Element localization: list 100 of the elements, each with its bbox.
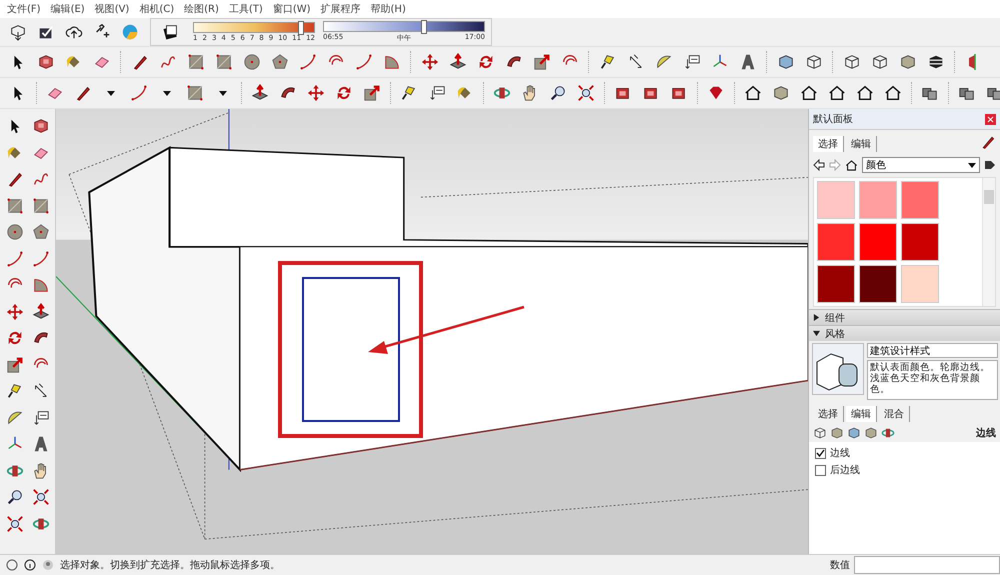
slider-thumb[interactable]	[298, 21, 304, 35]
pencil-icon	[980, 134, 996, 150]
rectangle-icon	[6, 196, 24, 214]
menu-item[interactable]: 工具(T)	[226, 2, 270, 16]
color-swatch[interactable]	[901, 265, 939, 303]
house-icon	[884, 84, 902, 102]
arc-icon	[355, 53, 373, 71]
style-description[interactable]: 默认表面颜色。轮廓边线。浅蓝色天空和灰色背景颜色。	[867, 360, 998, 400]
tab[interactable]: 选择	[813, 136, 844, 152]
user-icon[interactable]	[42, 559, 54, 571]
rotate-icon	[477, 53, 495, 71]
shadow-icon	[162, 23, 180, 41]
tape-measure-icon	[6, 382, 24, 400]
slider-track[interactable]	[193, 22, 315, 33]
circle-icon	[243, 53, 261, 71]
scale-icon	[533, 53, 551, 71]
section-header[interactable]: 风格	[809, 325, 1000, 341]
tab[interactable]: 编辑	[846, 136, 877, 152]
color-swatch[interactable]	[859, 223, 897, 261]
geo-location-icon[interactable]	[6, 559, 18, 571]
3d-text-icon	[32, 435, 50, 453]
orbit-icon	[881, 426, 895, 440]
pencil-icon	[6, 170, 24, 188]
house-icon	[800, 84, 818, 102]
option-label: 边线	[830, 446, 850, 460]
pie-icon	[383, 53, 401, 71]
checkbox[interactable]	[815, 464, 826, 476]
close-icon[interactable]	[985, 114, 996, 124]
menu-item[interactable]: 扩展程序	[318, 2, 368, 16]
tray-title: 默认面板	[813, 112, 853, 126]
move-icon	[307, 84, 325, 102]
cube-icon	[864, 426, 878, 440]
polygon-icon	[271, 53, 289, 71]
color-swatch[interactable]	[859, 181, 897, 219]
rectangle-icon	[186, 84, 204, 102]
rectangle-icon	[32, 196, 50, 214]
tab[interactable]: 选择	[813, 406, 844, 422]
ruby-icon	[707, 84, 725, 102]
cube-icon	[830, 426, 844, 440]
menu-item[interactable]: 编辑(E)	[48, 2, 92, 16]
checkbox[interactable]	[815, 448, 826, 458]
status-message: 选择对象。切换到扩充选择。拖动鼠标选择多项。	[60, 558, 280, 572]
zoom-extents-icon	[6, 514, 24, 532]
info-icon[interactable]	[24, 559, 36, 571]
arc-icon	[299, 53, 317, 71]
push-pull-icon	[32, 302, 50, 320]
menu-item[interactable]: 文件(F)	[4, 2, 48, 16]
rotate-icon	[335, 84, 353, 102]
component-box-icon	[37, 53, 55, 71]
home-icon[interactable]	[845, 158, 858, 172]
caret-icon	[163, 90, 171, 96]
caret-icon	[219, 90, 227, 96]
caret-icon	[107, 90, 115, 96]
section-header[interactable]: 组件	[809, 309, 1000, 325]
tab[interactable]: 混合	[879, 406, 910, 422]
slider-track[interactable]	[323, 21, 485, 32]
menu-item[interactable]: 视图(V)	[92, 2, 136, 16]
menu-item[interactable]: 相机(C)	[136, 2, 182, 16]
text-label-icon	[683, 53, 701, 71]
rectangle-icon	[215, 53, 233, 71]
color-swatch[interactable]	[901, 181, 939, 219]
slider-thumb[interactable]	[421, 20, 428, 34]
scale-icon	[6, 356, 24, 374]
arc-icon	[130, 84, 148, 102]
house-icon	[856, 84, 874, 102]
cube-icon	[772, 84, 790, 102]
style-name-field[interactable]: 建筑设计样式	[867, 343, 998, 358]
circle-icon	[6, 223, 24, 241]
cube-icon	[871, 53, 889, 71]
pie-icon	[32, 276, 50, 294]
logo-icon	[121, 23, 139, 41]
style-thumbnail	[812, 343, 864, 395]
house-icon	[828, 84, 846, 102]
menu-item[interactable]: 绘图(R)	[181, 2, 226, 16]
checkmark-icon	[37, 23, 55, 41]
caret-icon	[968, 162, 976, 168]
cube-icon	[805, 53, 823, 71]
edit-heading: 边线	[976, 426, 996, 440]
arc-icon	[32, 250, 50, 268]
cube-icon	[899, 53, 917, 71]
option-label: 后边线	[830, 464, 860, 477]
color-swatch[interactable]	[859, 265, 897, 303]
color-swatch[interactable]	[901, 223, 939, 261]
menu-item[interactable]: 帮助(H)	[368, 2, 413, 16]
rectangle-icon	[187, 53, 205, 71]
3d-text-icon	[739, 53, 757, 71]
library-dropdown[interactable]: 颜色	[862, 157, 980, 173]
color-swatch[interactable]	[817, 265, 855, 303]
back-icon[interactable]	[813, 159, 825, 171]
tab[interactable]: 编辑	[846, 406, 877, 422]
measurements-field[interactable]	[854, 556, 1000, 574]
menu-item[interactable]: 窗口(W)	[270, 2, 318, 16]
details-icon[interactable]	[984, 159, 996, 171]
cube-download-icon	[9, 23, 27, 41]
color-swatch[interactable]	[817, 223, 855, 261]
scale-icon	[363, 84, 381, 102]
house-icon	[744, 84, 762, 102]
color-swatch[interactable]	[817, 181, 855, 219]
scrollbar[interactable]	[982, 178, 995, 306]
protractor-icon	[6, 408, 24, 426]
